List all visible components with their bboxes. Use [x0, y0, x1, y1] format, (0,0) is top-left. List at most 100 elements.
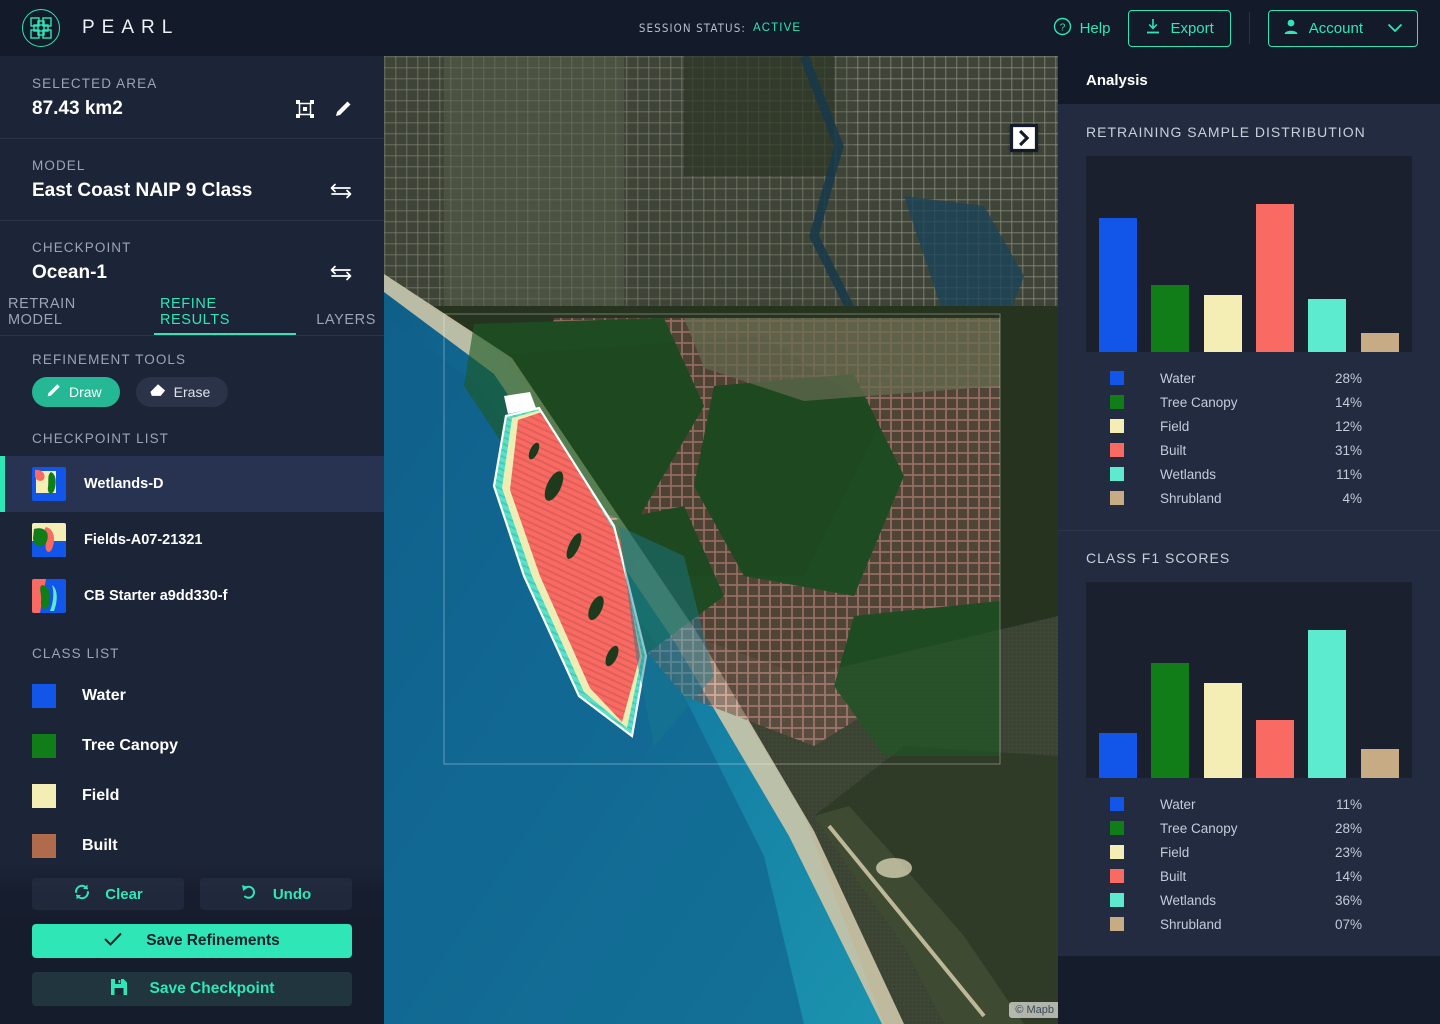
retraining-sample-distribution-legend: Water28%Tree Canopy14%Field12%Built31%We… [1086, 352, 1412, 526]
checkpoint-list-label: CHECKPOINT LIST [0, 431, 384, 446]
bar-wetlands [1308, 630, 1346, 778]
legend-row: Water 28% [1088, 366, 1410, 390]
analysis-panel-footer [1058, 956, 1440, 1024]
left-sidebar: SELECTED AREA 87.43 km2 [0, 56, 384, 1024]
swap-checkpoint-icon[interactable] [330, 265, 352, 281]
legend-label: Field [1160, 419, 1189, 434]
legend-color-swatch [1110, 467, 1124, 481]
help-label: Help [1080, 20, 1111, 37]
chart-title: RETRAINING SAMPLE DISTRIBUTION [1086, 124, 1412, 140]
bounding-box-icon[interactable] [296, 100, 314, 118]
chevron-right-icon [1010, 124, 1038, 152]
legend-row: Built 31% [1088, 438, 1410, 462]
sidebar-tabs: RETRAIN MODEL REFINE RESULTS LAYERS [0, 302, 384, 336]
legend-row: Wetlands36% [1088, 888, 1410, 912]
refinement-tools: Draw Erase [0, 377, 384, 407]
save-checkpoint-button[interactable]: Save Checkpoint [32, 972, 352, 1006]
map-attribution[interactable]: © Mapb [1009, 1002, 1058, 1018]
bar-tree-canopy [1151, 285, 1189, 352]
model-block: MODEL East Coast NAIP 9 Class [0, 138, 384, 220]
class-list-label: CLASS LIST [0, 646, 384, 661]
draw-tool-button[interactable]: Draw [32, 377, 120, 407]
legend-row: Built14% [1088, 864, 1410, 888]
pencil-icon [46, 383, 61, 401]
legend-label: Shrubland [1160, 917, 1222, 932]
erase-tool-button[interactable]: Erase [136, 377, 229, 407]
eraser-icon [150, 383, 166, 401]
analysis-panel: Analysis RETRAINING SAMPLE DISTRIBUTION … [1058, 56, 1440, 1024]
bar-field [1204, 295, 1242, 352]
legend-label: Tree Canopy [1160, 821, 1238, 836]
legend-label: Tree Canopy [1160, 395, 1238, 410]
class-item-label: Water [82, 687, 126, 705]
swap-model-icon[interactable] [330, 183, 352, 199]
legend-color-swatch [1110, 443, 1124, 457]
map-canvas[interactable]: © Mapb [384, 56, 1058, 1024]
legend-value: 28% [1335, 821, 1362, 836]
bar-tree-canopy [1151, 663, 1189, 778]
legend-label: Wetlands [1160, 467, 1216, 482]
class-item-label: Tree Canopy [82, 737, 178, 755]
checkpoint-label: CHECKPOINT [32, 240, 352, 255]
class-list-item[interactable]: Tree Canopy [0, 721, 384, 771]
checkpoint-item-label: Wetlands-D [84, 476, 164, 492]
edit-pencil-icon[interactable] [334, 100, 352, 118]
pearl-logo-icon [22, 9, 60, 47]
bar-water [1099, 733, 1137, 778]
checkpoint-thumbnail [32, 579, 66, 613]
analysis-title: Analysis [1086, 72, 1148, 89]
checkpoint-list: Wetlands-D Fields-A07-21321 [0, 456, 384, 624]
app-root: PEARL SESSION STATUS: ACTIVE ? Help [0, 0, 1440, 1024]
bar-built [1256, 720, 1294, 778]
legend-label: Water [1160, 371, 1196, 386]
app-body: SELECTED AREA 87.43 km2 [0, 56, 1440, 1024]
undo-label: Undo [273, 886, 311, 903]
checkpoint-list-item[interactable]: Wetlands-D [0, 456, 384, 512]
app-header: PEARL SESSION STATUS: ACTIVE ? Help [0, 0, 1440, 56]
legend-color-swatch [1110, 917, 1124, 931]
model-label: MODEL [32, 158, 352, 173]
legend-value: 36% [1335, 893, 1362, 908]
class-list-item[interactable]: Field [0, 771, 384, 821]
class-list-item[interactable]: Water [0, 671, 384, 721]
checkpoint-list-item[interactable]: CB Starter a9dd330-f [0, 568, 384, 624]
save-disk-icon [110, 978, 128, 1001]
bar-water [1099, 218, 1137, 352]
tab-retrain-model[interactable]: RETRAIN MODEL [0, 296, 142, 335]
legend-row: Water11% [1088, 792, 1410, 816]
tab-layers[interactable]: LAYERS [308, 312, 384, 335]
account-button[interactable]: Account [1268, 10, 1418, 47]
checkpoint-thumbnail [32, 467, 66, 501]
check-icon [104, 932, 122, 951]
checkpoint-list-item[interactable]: Fields-A07-21321 [0, 512, 384, 568]
legend-value: 11% [1336, 797, 1362, 812]
clear-button[interactable]: Clear [32, 878, 184, 910]
legend-value: 07% [1335, 917, 1362, 932]
checkpoint-item-label: Fields-A07-21321 [84, 532, 202, 548]
bar-built [1256, 204, 1294, 352]
selected-area-block: SELECTED AREA 87.43 km2 [0, 56, 384, 138]
tab-refine-results[interactable]: REFINE RESULTS [152, 296, 298, 335]
undo-arrow-icon [241, 883, 259, 905]
legend-row: Field23% [1088, 840, 1410, 864]
legend-value: 28% [1335, 371, 1362, 386]
brand: PEARL [0, 9, 360, 47]
class-color-swatch [32, 684, 56, 708]
erase-tool-label: Erase [174, 384, 211, 400]
bar-wetlands [1308, 299, 1346, 352]
legend-color-swatch [1110, 371, 1124, 385]
chevron-down-icon [1387, 20, 1403, 37]
legend-label: Built [1160, 443, 1186, 458]
export-label: Export [1170, 20, 1213, 37]
refresh-icon [73, 883, 91, 905]
refinement-tools-label: REFINEMENT TOOLS [0, 352, 384, 367]
collapse-panel-button[interactable] [1010, 124, 1038, 152]
export-button[interactable]: Export [1128, 10, 1230, 47]
analysis-header: Analysis [1058, 56, 1440, 104]
undo-button[interactable]: Undo [200, 878, 352, 910]
save-refinements-button[interactable]: Save Refinements [32, 924, 352, 958]
legend-value: 31% [1335, 443, 1362, 458]
help-button[interactable]: ? Help [1053, 17, 1111, 40]
session-status-value: ACTIVE [753, 22, 801, 34]
legend-value: 11% [1336, 467, 1362, 482]
